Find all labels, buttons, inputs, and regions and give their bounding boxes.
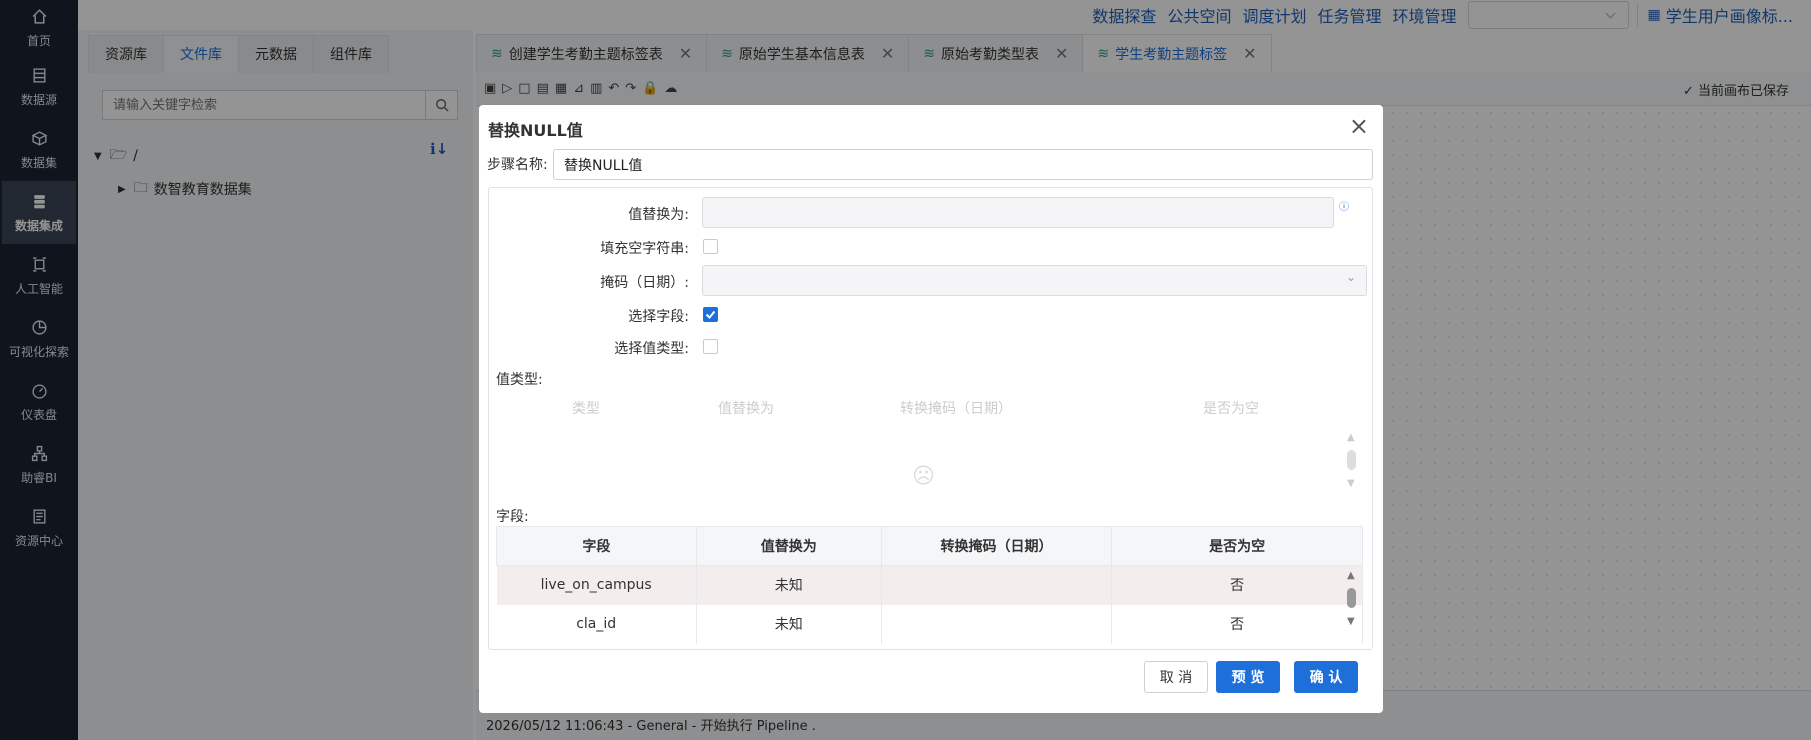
table-row[interactable]: live_on_campus 未知 否 (496, 565, 1363, 605)
fill-empty-checkbox[interactable] (703, 239, 718, 254)
replace-with-label: 值替换为: (628, 207, 689, 223)
cell-field[interactable]: live_on_campus (496, 565, 697, 605)
cell-replace[interactable]: 未知 (696, 565, 882, 605)
step-name-label: 步骤名称: (487, 157, 548, 173)
field-section-label: 字段: (496, 509, 529, 525)
dialog-title: 替换NULL值 (488, 121, 583, 140)
scrollbar-thumb[interactable] (1347, 450, 1356, 470)
cell-field[interactable]: cla_id (496, 604, 697, 644)
select-field-label: 选择字段: (628, 309, 689, 325)
step-name-input[interactable] (553, 149, 1373, 180)
replace-null-dialog: 替换NULL值 × 步骤名称: 值替换为: ⓘ 填充空字符串: 掩码（日期）: … (479, 105, 1383, 713)
column-header: 转换掩码（日期） (900, 401, 1012, 417)
preview-button[interactable]: 预 览 (1216, 661, 1280, 693)
info-icon[interactable]: ⓘ (1339, 198, 1349, 213)
mask-label: 掩码（日期）: (600, 275, 689, 291)
dialog-body: 值替换为: ⓘ 填充空字符串: 掩码（日期）: ⌄ 选择字段: 选择值类型: 值… (488, 187, 1373, 650)
scroll-down-icon[interactable]: ▼ (1347, 616, 1355, 627)
cell-replace[interactable]: 未知 (696, 604, 882, 644)
fill-empty-label: 填充空字符串: (600, 241, 689, 257)
column-header: 类型 (572, 401, 600, 417)
scrollbar-thumb[interactable] (1347, 588, 1356, 608)
select-type-checkbox[interactable] (703, 339, 718, 354)
cell-empty[interactable]: 否 (1111, 565, 1363, 605)
column-header: 字段 (496, 526, 697, 566)
table-row[interactable]: cla_id 未知 否 (496, 604, 1363, 644)
cell-mask[interactable] (881, 604, 1113, 644)
confirm-button[interactable]: 确 认 (1294, 661, 1358, 693)
column-header: 转换掩码（日期） (880, 526, 1113, 566)
cell-empty[interactable]: 否 (1111, 604, 1363, 644)
field-table: 字段 值替换为 转换掩码（日期） 是否为空 live_on_campus 未知 … (496, 526, 1363, 644)
cell-mask[interactable] (881, 565, 1113, 605)
column-header: 是否为空 (1203, 401, 1259, 417)
cancel-button[interactable]: 取 消 (1144, 661, 1208, 693)
scroll-up-icon[interactable]: ▲ (1347, 570, 1355, 581)
scroll-down-icon[interactable]: ▼ (1347, 478, 1355, 489)
check-icon (705, 310, 716, 319)
scroll-up-icon[interactable]: ▲ (1347, 432, 1355, 443)
close-icon[interactable]: × (1349, 114, 1369, 138)
value-type-section-label: 值类型: (496, 372, 543, 388)
chevron-down-icon: ⌄ (1345, 270, 1356, 284)
replace-with-input[interactable] (702, 197, 1334, 228)
mask-select[interactable]: ⌄ (702, 265, 1367, 296)
column-header: 是否为空 (1111, 526, 1363, 566)
empty-state-icon: ☹ (912, 464, 935, 489)
column-header: 值替换为 (718, 401, 774, 417)
select-field-checkbox[interactable] (703, 307, 718, 322)
column-header: 值替换为 (695, 526, 882, 566)
value-type-table-header: 类型 值替换为 转换掩码（日期） 是否为空 (496, 391, 1366, 425)
select-type-label: 选择值类型: (614, 341, 689, 357)
